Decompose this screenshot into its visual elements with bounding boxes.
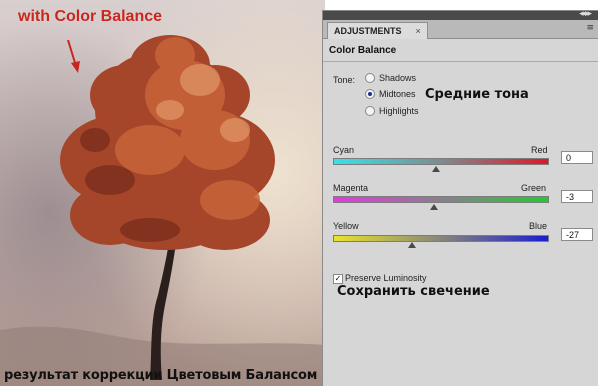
tree-image xyxy=(0,0,325,386)
radio-midtones[interactable] xyxy=(365,89,375,99)
radio-shadows[interactable] xyxy=(365,73,375,83)
panel-menu-icon[interactable]: ≡ xyxy=(586,24,594,33)
cyan-red-slider-track[interactable] xyxy=(333,158,549,165)
magenta-green-slider-thumb[interactable] xyxy=(429,204,438,210)
blue-label: Blue xyxy=(529,221,548,231)
magenta-green-value-input[interactable]: -3 xyxy=(561,190,593,203)
highlights-label: Highlights xyxy=(379,106,419,116)
midtones-ru-annotation: Средние тона xyxy=(425,87,529,102)
panel-top-bar: ◂◂ ▸▸ xyxy=(323,9,598,20)
result-caption: результат коррекции Цветовым Балансом xyxy=(4,368,318,383)
panel-title: Color Balance xyxy=(329,45,397,56)
tone-label: Tone: xyxy=(333,75,356,85)
adjustments-panel: ◂◂ ▸▸ ADJUSTMENTS × ≡ Color Balance Tone:… xyxy=(322,9,598,386)
midtones-label: Midtones xyxy=(379,89,416,99)
green-label: Green xyxy=(521,183,547,193)
cyan-label: Cyan xyxy=(333,145,355,155)
shadows-label: Shadows xyxy=(379,73,417,83)
close-icon[interactable]: × xyxy=(416,26,421,36)
double-chevron-icon[interactable]: ◂◂ ▸▸ xyxy=(579,9,592,19)
yellow-blue-slider-track[interactable] xyxy=(333,235,549,242)
tab-adjustments-label: ADJUSTMENTS xyxy=(334,26,402,36)
result-photo xyxy=(0,0,325,386)
panel-tab-row: ADJUSTMENTS × ≡ xyxy=(323,20,598,39)
preserve-ru-annotation: Сохранить свечение xyxy=(337,284,490,299)
yellow-label: Yellow xyxy=(333,221,359,231)
divider xyxy=(323,61,598,62)
preserve-luminosity-label: Preserve Luminosity xyxy=(345,273,427,283)
tab-adjustments[interactable]: ADJUSTMENTS × xyxy=(327,22,428,39)
magenta-label: Magenta xyxy=(333,183,369,193)
yellow-blue-value-input[interactable]: -27 xyxy=(561,228,593,241)
cyan-red-slider-thumb[interactable] xyxy=(431,166,440,172)
with-color-balance-annotation: with Color Balance xyxy=(18,8,163,25)
radio-highlights[interactable] xyxy=(365,106,375,116)
preserve-luminosity-checkbox[interactable]: ✓ xyxy=(333,274,343,284)
yellow-blue-slider-thumb[interactable] xyxy=(408,242,417,248)
magenta-green-slider-track[interactable] xyxy=(333,196,549,203)
cyan-red-value-input[interactable]: 0 xyxy=(561,151,593,164)
red-label: Red xyxy=(531,145,548,155)
